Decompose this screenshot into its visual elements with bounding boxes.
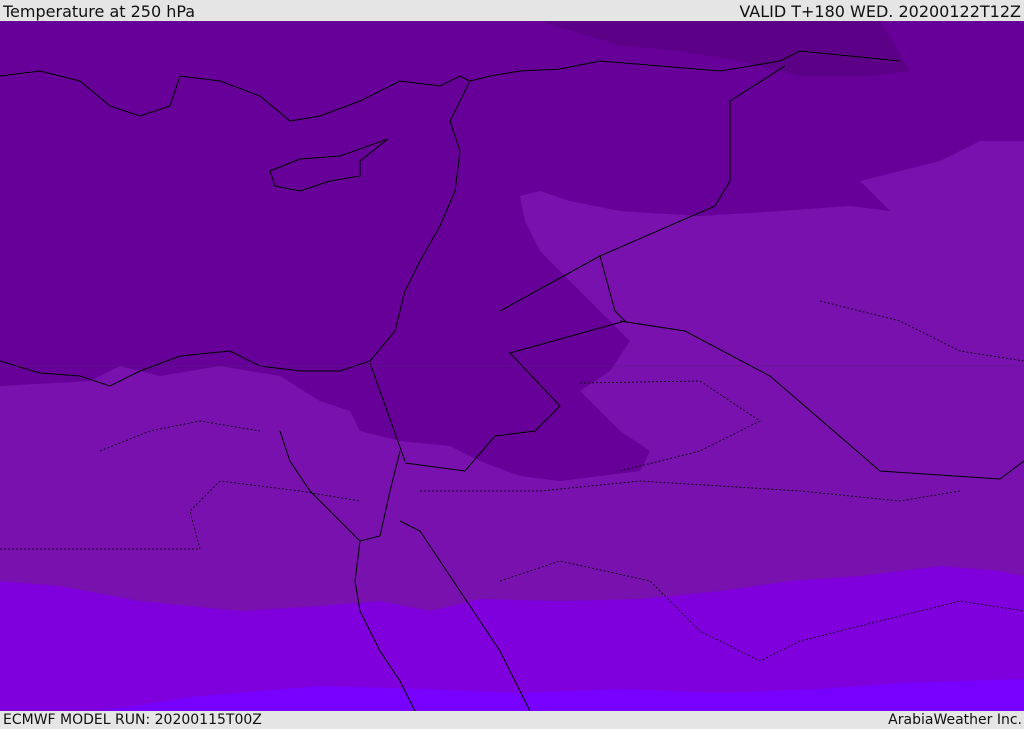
credit: ArabiaWeather Inc. (888, 712, 1022, 728)
map-title: Temperature at 250 hPa (3, 2, 196, 21)
model-run: ECMWF MODEL RUN: 20200115T00Z (3, 712, 262, 728)
footer-bar: ECMWF MODEL RUN: 20200115T00Z ArabiaWeat… (0, 711, 1024, 729)
valid-time: VALID T+180 WED. 20200122T12Z (739, 2, 1021, 21)
temperature-map (0, 21, 1024, 711)
header-bar: Temperature at 250 hPa VALID T+180 WED. … (0, 0, 1024, 21)
